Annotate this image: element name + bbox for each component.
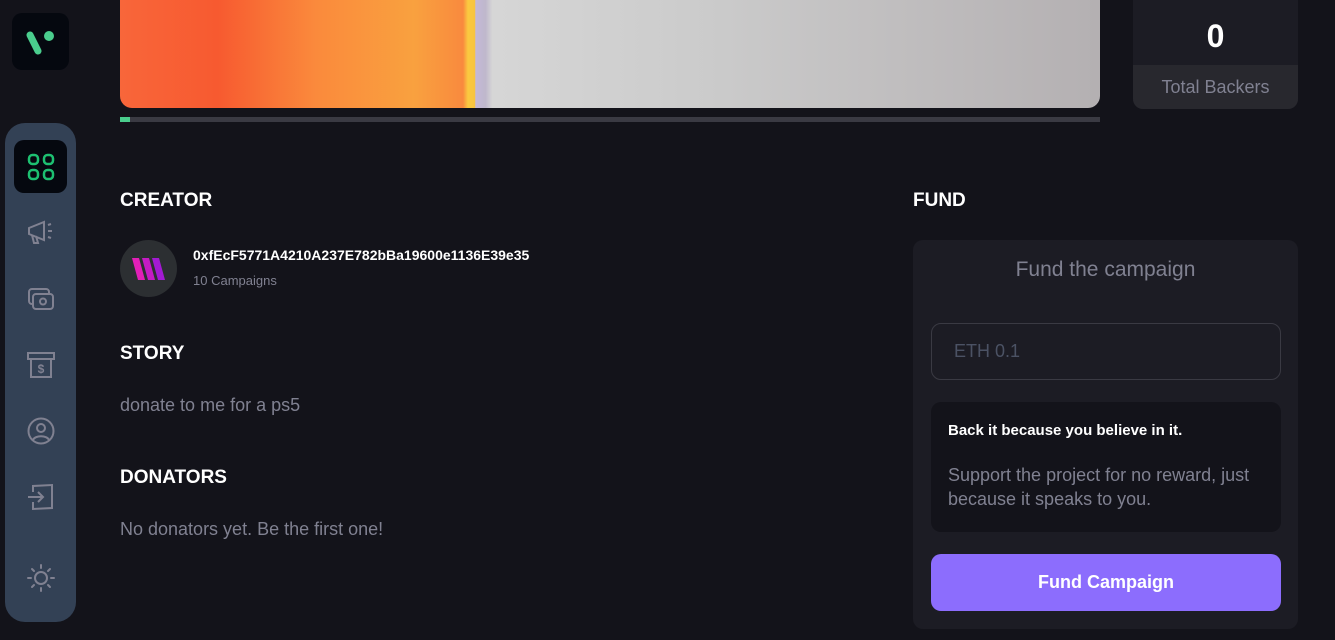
dashboard-icon: [27, 153, 54, 180]
creator-avatar: [120, 240, 177, 297]
withdraw-icon: $: [26, 351, 55, 378]
creator-address[interactable]: 0xfEcF5771A4210A237E782bBa19600e1136E39e…: [193, 247, 529, 263]
sidebar-item-logout[interactable]: [14, 470, 67, 523]
campaign-image: [120, 0, 1100, 108]
logo-icon: [26, 30, 54, 54]
megaphone-icon: [27, 220, 52, 244]
creator-campaign-count: 10 Campaigns: [193, 273, 277, 288]
theme-toggle[interactable]: [14, 551, 67, 604]
info-box: Back it because you believe in it. Suppo…: [931, 402, 1281, 532]
fund-title: Fund the campaign: [1015, 258, 1196, 281]
sidebar: $: [5, 123, 76, 622]
donators-heading: DONATORS: [120, 467, 227, 488]
sidebar-item-payment[interactable]: [14, 272, 67, 325]
sidebar-item-campaigns[interactable]: [14, 205, 67, 258]
total-backers-card: 0 Total Backers: [1133, 0, 1298, 109]
donators-empty-text: No donators yet. Be the first one!: [120, 519, 384, 539]
svg-text:$: $: [37, 362, 44, 376]
sidebar-item-profile[interactable]: [14, 404, 67, 457]
backers-count: 0: [1206, 18, 1225, 54]
info-title: Back it because you believe in it.: [948, 422, 1183, 439]
sidebar-item-dashboard[interactable]: [14, 140, 67, 193]
creator-heading: CREATOR: [120, 190, 213, 211]
campaign-progress-bar: [120, 117, 1100, 122]
info-text: Support the project for no reward, just …: [948, 465, 1250, 509]
progress-fill: [120, 117, 130, 122]
amount-input[interactable]: [931, 323, 1281, 380]
fund-campaign-button[interactable]: Fund Campaign: [931, 554, 1281, 611]
story-text: donate to me for a ps5: [120, 395, 301, 415]
sidebar-item-withdraw[interactable]: $: [14, 338, 67, 391]
sun-icon: [26, 563, 55, 592]
profile-icon: [27, 417, 54, 444]
story-heading: STORY: [120, 343, 185, 364]
fund-heading: FUND: [913, 190, 966, 211]
app-logo[interactable]: [12, 13, 69, 70]
creator-logo-icon: [131, 257, 165, 280]
logout-icon: [27, 483, 53, 510]
fund-panel: Fund the campaign Back it because you be…: [913, 240, 1298, 629]
backers-label: Total Backers: [1133, 65, 1298, 109]
payment-icon: [27, 287, 54, 310]
